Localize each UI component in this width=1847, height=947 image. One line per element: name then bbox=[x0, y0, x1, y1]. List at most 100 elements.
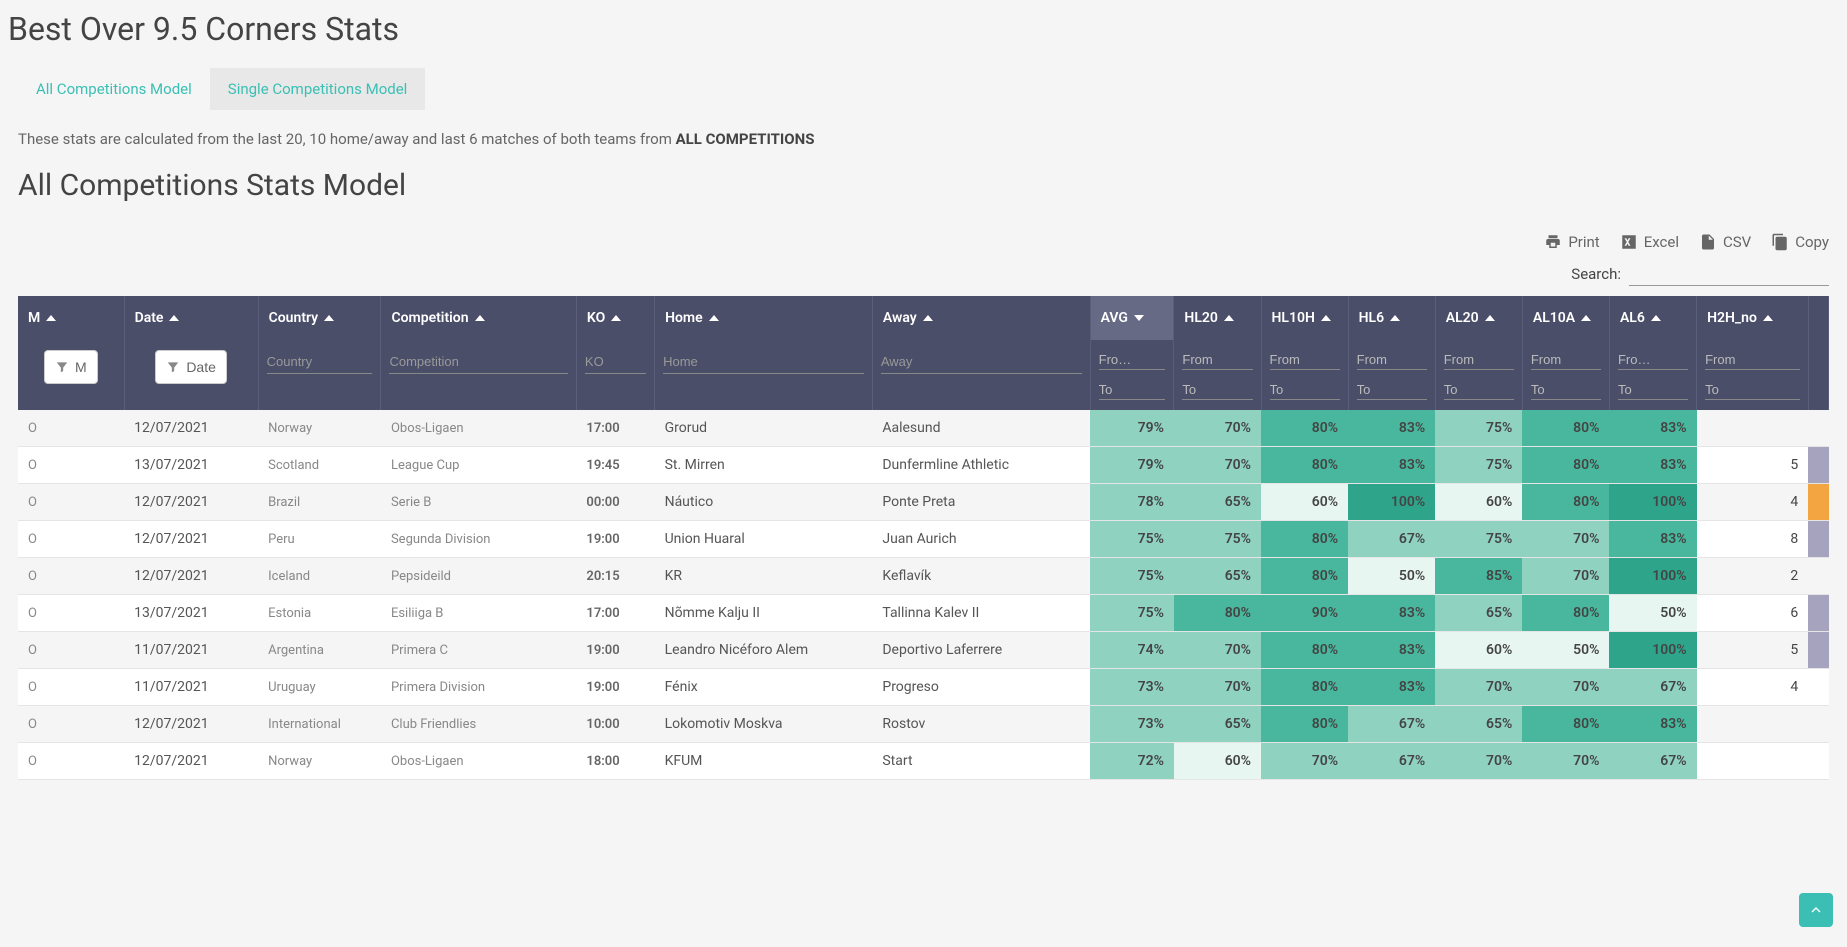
cell-avg: 78% bbox=[1090, 484, 1174, 521]
cell-al6: 83% bbox=[1609, 706, 1696, 743]
cell-extra bbox=[1808, 743, 1828, 780]
cell-hl10h: 80% bbox=[1261, 632, 1348, 669]
filter-home-input[interactable] bbox=[663, 350, 864, 374]
cell-al20: 70% bbox=[1435, 743, 1522, 780]
cell-hl10h: 80% bbox=[1261, 669, 1348, 706]
col-header-date[interactable]: Date bbox=[124, 296, 258, 340]
cell-al6: 100% bbox=[1609, 484, 1696, 521]
col-header-m[interactable]: M bbox=[18, 296, 124, 340]
filter-h2hno-from[interactable] bbox=[1705, 350, 1800, 370]
tab-all-competitions-model[interactable]: All Competitions Model bbox=[18, 68, 210, 110]
filter-hl20-to[interactable] bbox=[1182, 380, 1252, 400]
cell-hl10h: 80% bbox=[1261, 521, 1348, 558]
cell-extra bbox=[1808, 632, 1828, 669]
filter-hl10h-to[interactable] bbox=[1270, 380, 1340, 400]
sort-desc-icon bbox=[1134, 315, 1144, 321]
table-row[interactable]: O11/07/2021UruguayPrimera Division19:00F… bbox=[18, 669, 1829, 706]
col-header-h2h_no[interactable]: H2H_no bbox=[1697, 296, 1809, 340]
col-header-avg[interactable]: AVG bbox=[1090, 296, 1174, 340]
filter-avg-from[interactable] bbox=[1099, 350, 1166, 370]
cell-al6: 83% bbox=[1609, 521, 1696, 558]
filter-hl20-from[interactable] bbox=[1182, 350, 1252, 370]
col-header-al20[interactable]: AL20 bbox=[1435, 296, 1522, 340]
filter-m-button[interactable]: M bbox=[44, 350, 98, 384]
print-icon bbox=[1544, 233, 1562, 251]
print-button[interactable]: Print bbox=[1544, 233, 1599, 251]
table-row[interactable]: O13/07/2021EstoniaEsiliiga B17:00Nõmme K… bbox=[18, 595, 1829, 632]
scroll-to-top-button[interactable] bbox=[1799, 893, 1833, 927]
filter-avg-to[interactable] bbox=[1099, 380, 1166, 400]
table-row[interactable]: O12/07/2021NorwayObos-Ligaen18:00KFUMSta… bbox=[18, 743, 1829, 780]
cell-hl6: 83% bbox=[1348, 447, 1435, 484]
filter-al10a-from[interactable] bbox=[1531, 350, 1601, 370]
filter-hl10h-from[interactable] bbox=[1270, 350, 1340, 370]
col-header-al6[interactable]: AL6 bbox=[1609, 296, 1696, 340]
col-header-competition[interactable]: Competition bbox=[381, 296, 576, 340]
filter-al6-to[interactable] bbox=[1618, 380, 1688, 400]
filter-competition-input[interactable] bbox=[389, 350, 567, 374]
cell-hl6: 67% bbox=[1348, 706, 1435, 743]
cell-avg: 75% bbox=[1090, 595, 1174, 632]
cell-hl10h: 70% bbox=[1261, 743, 1348, 780]
col-header-al10a[interactable]: AL10A bbox=[1522, 296, 1609, 340]
cell-hl10h: 80% bbox=[1261, 706, 1348, 743]
table-row[interactable]: O12/07/2021PeruSegunda Division19:00Unio… bbox=[18, 521, 1829, 558]
filter-al20-to[interactable] bbox=[1444, 380, 1514, 400]
cell-h2hno: 5 bbox=[1697, 447, 1809, 484]
search-input[interactable] bbox=[1629, 261, 1829, 286]
csv-button[interactable]: CSV bbox=[1699, 233, 1751, 251]
copy-button[interactable]: Copy bbox=[1771, 233, 1829, 251]
sort-asc-icon bbox=[169, 315, 179, 321]
filter-country-input[interactable] bbox=[267, 350, 373, 374]
cell-al6: 50% bbox=[1609, 595, 1696, 632]
sort-asc-icon bbox=[1581, 315, 1591, 321]
filter-hl6-from[interactable] bbox=[1357, 350, 1427, 370]
col-header-hl10h[interactable]: HL10H bbox=[1261, 296, 1348, 340]
filter-hl6-to[interactable] bbox=[1357, 380, 1427, 400]
col-header-extra bbox=[1808, 296, 1828, 340]
col-header-home[interactable]: Home bbox=[655, 296, 873, 340]
col-header-hl20[interactable]: HL20 bbox=[1174, 296, 1261, 340]
cell-hl20: 70% bbox=[1174, 410, 1261, 447]
cell-extra bbox=[1808, 595, 1828, 632]
search-label: Search: bbox=[1571, 265, 1621, 283]
filter-date-button[interactable]: Date bbox=[155, 350, 227, 384]
cell-hl6: 100% bbox=[1348, 484, 1435, 521]
cell-hl20: 80% bbox=[1174, 595, 1261, 632]
filter-ko-input[interactable] bbox=[585, 350, 646, 374]
cell-avg: 72% bbox=[1090, 743, 1174, 780]
filter-h2hno-to[interactable] bbox=[1705, 380, 1800, 400]
table-row[interactable]: O12/07/2021BrazilSerie B00:00NáuticoPont… bbox=[18, 484, 1829, 521]
cell-h2hno: 5 bbox=[1697, 632, 1809, 669]
sort-asc-icon bbox=[1321, 315, 1331, 321]
funnel-icon bbox=[166, 360, 180, 374]
table-row[interactable]: O12/07/2021IcelandPepsideild20:15KRKefla… bbox=[18, 558, 1829, 595]
cell-hl20: 60% bbox=[1174, 743, 1261, 780]
cell-al10a: 80% bbox=[1522, 410, 1609, 447]
col-header-country[interactable]: Country bbox=[258, 296, 381, 340]
table-row[interactable]: O12/07/2021NorwayObos-Ligaen17:00GrorudA… bbox=[18, 410, 1829, 447]
cell-h2hno: 2 bbox=[1697, 558, 1809, 595]
filter-al20-from[interactable] bbox=[1444, 350, 1514, 370]
cell-hl10h: 60% bbox=[1261, 484, 1348, 521]
cell-hl10h: 80% bbox=[1261, 410, 1348, 447]
filter-extra bbox=[1808, 340, 1828, 410]
excel-button[interactable]: Excel bbox=[1620, 233, 1679, 251]
cell-al20: 65% bbox=[1435, 595, 1522, 632]
table-row[interactable]: O12/07/2021InternationalClub Friendlies1… bbox=[18, 706, 1829, 743]
table-row[interactable]: O11/07/2021ArgentinaPrimera C19:00Leandr… bbox=[18, 632, 1829, 669]
cell-al6: 83% bbox=[1609, 410, 1696, 447]
tab-single-competitions-model[interactable]: Single Competitions Model bbox=[210, 68, 426, 110]
filter-al6-from[interactable] bbox=[1618, 350, 1688, 370]
filter-away-input[interactable] bbox=[881, 350, 1082, 374]
table-row[interactable]: O13/07/2021ScotlandLeague Cup19:45St. Mi… bbox=[18, 447, 1829, 484]
cell-hl20: 70% bbox=[1174, 447, 1261, 484]
filter-al10a-to[interactable] bbox=[1531, 380, 1601, 400]
excel-icon bbox=[1620, 233, 1638, 251]
col-header-ko[interactable]: KO bbox=[576, 296, 654, 340]
cell-avg: 79% bbox=[1090, 410, 1174, 447]
col-header-hl6[interactable]: HL6 bbox=[1348, 296, 1435, 340]
cell-h2hno bbox=[1697, 706, 1809, 743]
col-header-away[interactable]: Away bbox=[872, 296, 1090, 340]
cell-hl6: 83% bbox=[1348, 595, 1435, 632]
